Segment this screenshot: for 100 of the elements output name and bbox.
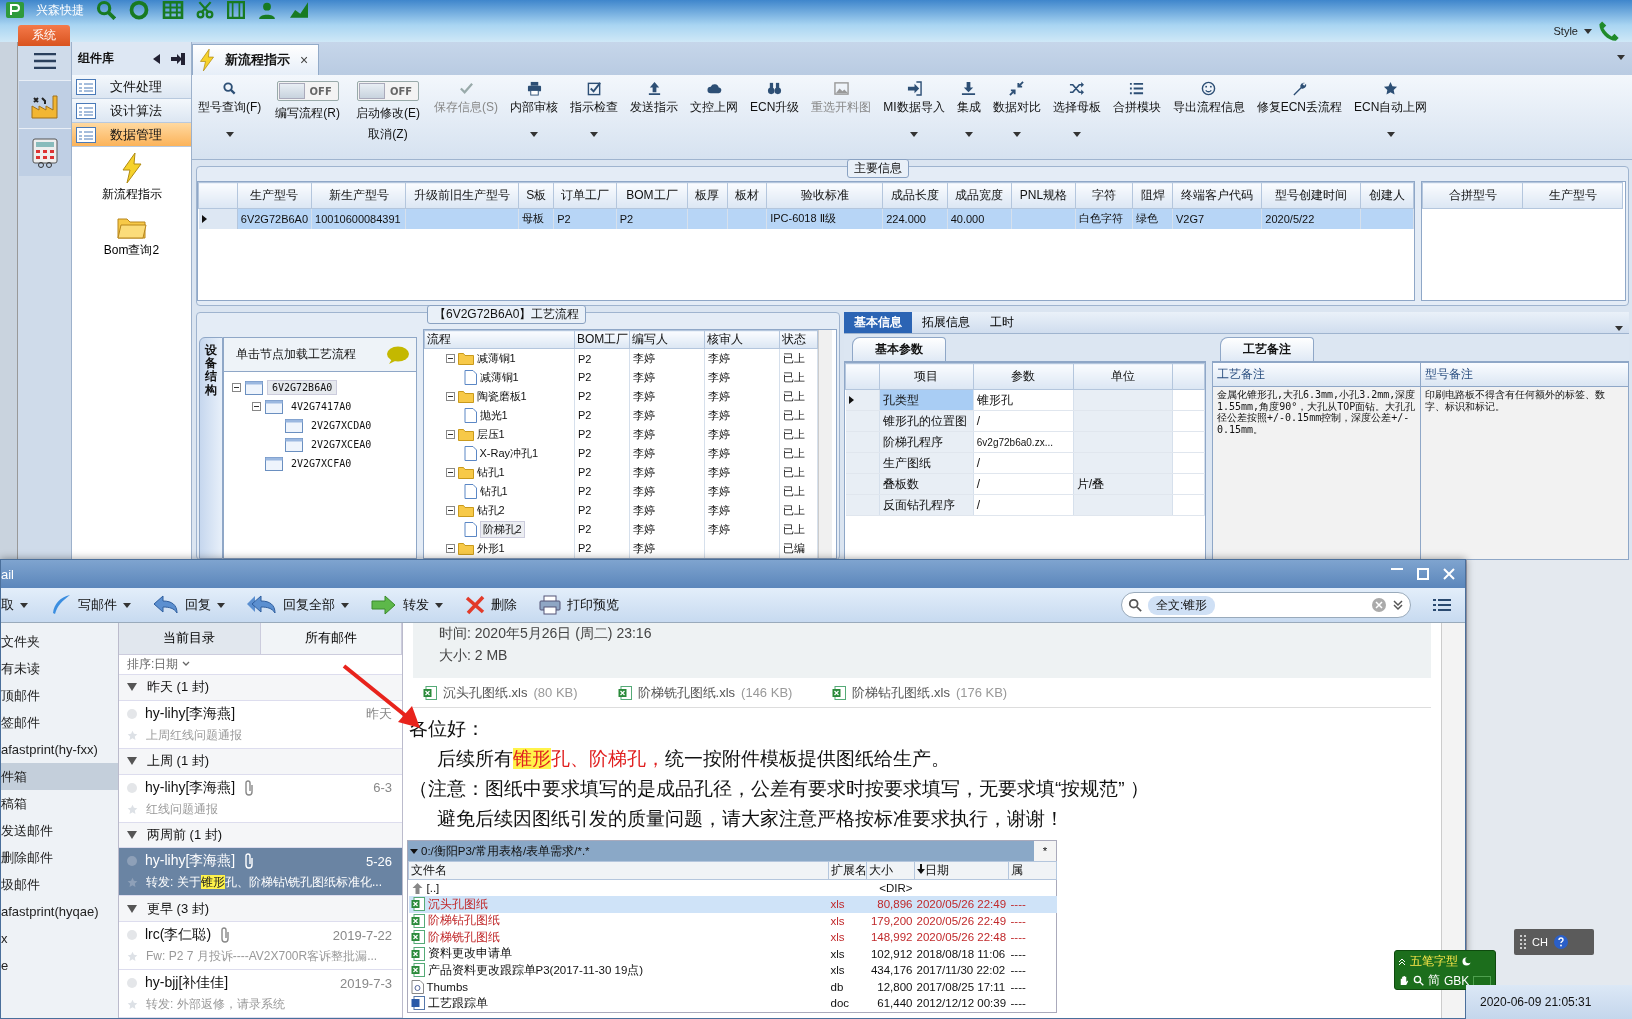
star-icon[interactable]: [127, 951, 138, 963]
ribbon-button[interactable]: ECN升级: [744, 81, 806, 114]
folder-item[interactable]: 件箱: [1, 763, 118, 790]
message-item[interactable]: hy-lihy[李海燕] 昨天 上周红线问题通报: [119, 700, 402, 749]
toolbar-button[interactable]: 转发: [371, 595, 443, 615]
ribbon-button[interactable]: 发送指示: [624, 81, 684, 114]
ribbon-button[interactable]: 型号查询(F): [192, 81, 268, 137]
library-item[interactable]: 设计算法: [72, 99, 191, 123]
folder-item[interactable]: 文件夹: [1, 628, 118, 655]
sort-menu[interactable]: 排序:日期: [127, 655, 179, 673]
folder-item[interactable]: 稿箱: [1, 790, 118, 817]
file-row[interactable]: 阶梯铣孔图纸 xls 148,992 2020/05/26 22:48 ----: [408, 929, 1057, 946]
scrollbar[interactable]: [818, 330, 832, 558]
step-name[interactable]: 减薄铜1: [479, 370, 519, 385]
folder-item[interactable]: 删除邮件: [1, 844, 118, 871]
help-icon[interactable]: [1553, 935, 1568, 949]
maximize-button[interactable]: [1417, 568, 1429, 580]
folder-item[interactable]: 圾邮件: [1, 871, 118, 898]
message-item[interactable]: lrc(李仁聪) 2019-7-22 Fw: P2 7 月投诉----AV2X700R客诉整批漏...: [119, 922, 402, 971]
star-icon[interactable]: [127, 877, 138, 889]
folder-item[interactable]: afastprint(hyqae): [1, 898, 118, 925]
collapse-triangle-icon[interactable]: [127, 683, 137, 692]
tab[interactable]: 所有邮件: [260, 623, 402, 654]
toggle-switch[interactable]: OFF: [276, 81, 339, 101]
ribbon-button[interactable]: 合拼模块: [1106, 81, 1167, 114]
folder-item[interactable]: x: [1, 925, 118, 952]
toolbar-button[interactable]: 回复: [153, 595, 225, 615]
collapse-icon[interactable]: [445, 392, 455, 401]
file-row[interactable]: 工艺跟踪单 doc 61,440 2012/12/12 00:39 ----: [408, 995, 1057, 1012]
document-tab[interactable]: 新流程指示 ×: [192, 44, 320, 75]
file-row[interactable]: Thumbs db 12,800 2017/08/25 17:11 ----: [408, 978, 1057, 995]
attachment-link[interactable]: 阶梯铣孔图纸.xls: [637, 683, 736, 702]
tool-button[interactable]: Bom查询2: [72, 209, 191, 265]
attachment-link[interactable]: 阶梯钻孔图纸.xls: [852, 683, 950, 702]
toolbar-button[interactable]: 删除: [465, 595, 517, 615]
step-name[interactable]: 陶瓷磨板1: [476, 389, 527, 404]
tab[interactable]: 基本参数: [852, 337, 946, 361]
tab[interactable]: 当前目录: [119, 623, 261, 654]
ribbon-button[interactable]: 数据对比: [986, 81, 1047, 137]
ribbon-button[interactable]: 指示检查: [564, 81, 624, 137]
message-item[interactable]: hy-bjj[补佳佳] 2019-7-3 转发: 外部返修，请录系统: [119, 970, 402, 1018]
folder-item[interactable]: 有未读: [1, 655, 118, 682]
tree-node[interactable]: 2V2G7XCEA0: [307, 438, 376, 451]
clear-icon[interactable]: [1372, 598, 1386, 612]
ribbon-button[interactable]: 导出流程信息: [1166, 81, 1251, 114]
message-item[interactable]: hy-lihy[李海燕] 6-3 红线问题通报: [119, 774, 402, 823]
file-row[interactable]: [..] <DIR>: [408, 879, 1057, 896]
step-name[interactable]: 抛光1: [479, 408, 508, 423]
tree-node[interactable]: 2V2G7XCFA0: [287, 457, 356, 470]
ribbon-button[interactable]: 文控上网: [684, 81, 744, 114]
file-row[interactable]: 资料更改申请单 xls 102,912 2018/08/18 11:06 ----: [408, 945, 1057, 962]
tool-button[interactable]: 新流程指示: [72, 147, 191, 209]
tab[interactable]: 拓展信息: [912, 312, 980, 333]
side-tab[interactable]: 设备结构: [199, 337, 223, 559]
table-row[interactable]: 阶梯孔程序 6v2g72b6a0.zx...: [845, 431, 1205, 453]
collapse-icon[interactable]: [252, 402, 261, 411]
collapse-triangle-icon[interactable]: [127, 757, 137, 766]
step-name[interactable]: 钻孔2: [476, 503, 505, 518]
step-name[interactable]: X-Ray冲孔1: [479, 446, 539, 461]
toolbar-button[interactable]: 写邮件: [50, 594, 131, 616]
table-row[interactable]: 6V2G72B6A0 10010600084391 母板 P2 P2 IPC-6018 Ⅱ级 224.000 40.000 白色字符 绿色 V2G7 2020/5/22: [198, 208, 1414, 229]
star-icon[interactable]: [127, 729, 138, 741]
style-menu[interactable]: Style: [1553, 25, 1578, 37]
toolbar-button[interactable]: 打印预览: [539, 595, 619, 615]
step-name[interactable]: 钻孔1: [479, 484, 508, 499]
ribbon-button[interactable]: 内部审核: [504, 81, 564, 137]
table-icon[interactable]: [162, 1, 184, 19]
tab[interactable]: 工时: [980, 312, 1024, 333]
library-item[interactable]: 数据管理: [72, 123, 191, 147]
ribbon-button[interactable]: MI数据导入: [877, 81, 951, 137]
table-row[interactable]: 孔类型 锥形孔: [845, 389, 1205, 411]
tab[interactable]: 基本信息: [844, 312, 912, 333]
collapse-icon[interactable]: [232, 383, 241, 392]
tab[interactable]: 工艺备注: [1220, 337, 1314, 361]
person-icon[interactable]: [258, 1, 276, 19]
toggle-switch[interactable]: OFF: [357, 81, 419, 101]
folder-item[interactable]: 顶邮件: [1, 682, 118, 709]
toolbar-button[interactable]: 取: [1, 596, 28, 614]
folder-item[interactable]: afastprint(hy-fxx): [1, 736, 118, 763]
tree-node[interactable]: 2V2G7XCDA0: [307, 419, 376, 432]
table-row[interactable]: 锥形孔的位置图 /: [845, 410, 1205, 432]
input-method-bar[interactable]: 五笔字型 简 GBK: [1394, 950, 1496, 990]
folder-item[interactable]: 签邮件: [1, 709, 118, 736]
table-row[interactable]: 叠板数 / 片/叠: [845, 473, 1205, 495]
close-button[interactable]: [1443, 568, 1455, 580]
step-name[interactable]: 阶梯孔2: [479, 521, 525, 538]
collapse-triangle-icon[interactable]: [127, 904, 137, 913]
tree-node[interactable]: 6V2G72B6A0: [267, 380, 338, 395]
attachment-link[interactable]: 沉头孔图纸.xls: [443, 683, 528, 702]
step-name[interactable]: 钻孔1: [476, 465, 505, 480]
chart-icon[interactable]: [288, 1, 310, 19]
file-row[interactable]: 阶梯钻孔图纸 xls 179,200 2020/05/26 22:49 ----: [408, 912, 1057, 929]
ribbon-button[interactable]: 选择母板: [1046, 81, 1107, 137]
search-field[interactable]: 全文:锥形: [1121, 592, 1411, 618]
search-icon[interactable]: [96, 0, 116, 20]
collapse-icon[interactable]: [445, 430, 455, 439]
close-button[interactable]: ×: [300, 52, 309, 68]
tree-node[interactable]: 4V2G7417A0: [287, 400, 356, 413]
collapse-icon[interactable]: [445, 506, 455, 515]
collapse-triangle-icon[interactable]: [127, 830, 137, 839]
